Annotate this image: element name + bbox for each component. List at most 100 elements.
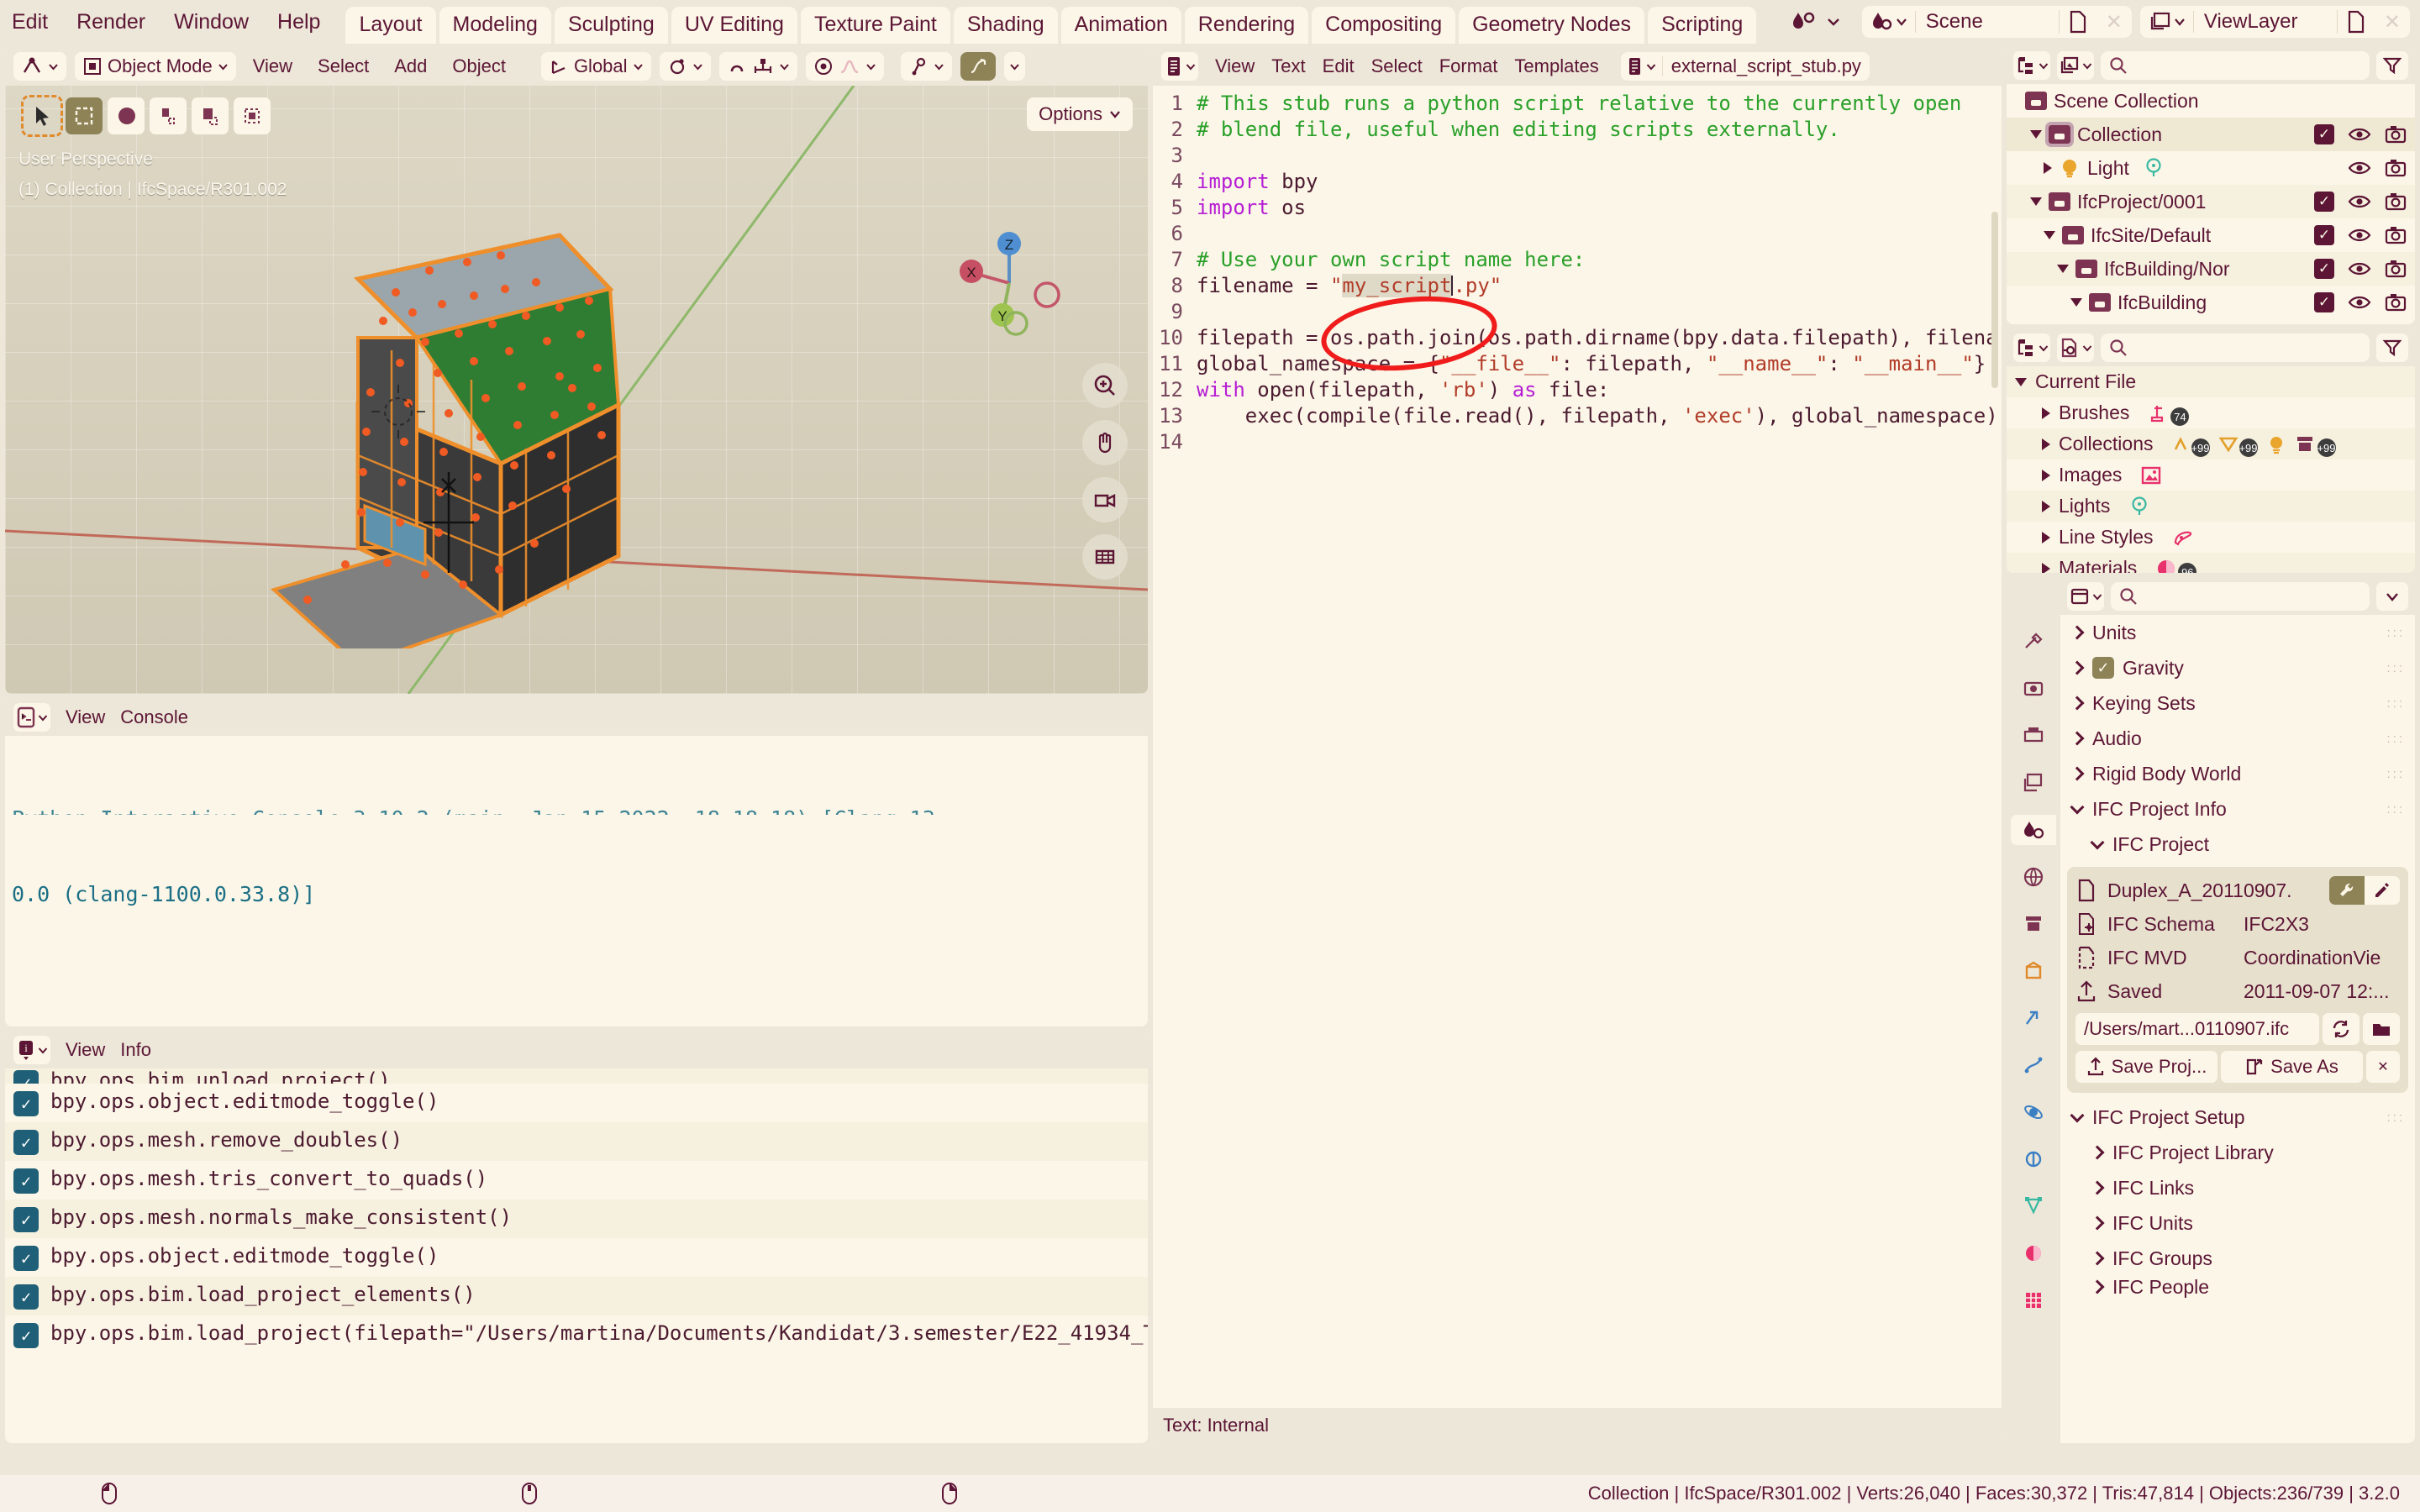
disable-in-render-icon[interactable] [2385,192,2407,211]
outliner-row-ifcproject[interactable]: IfcProject/0001 ✓ [2007,185,2415,218]
viewport-menu-select[interactable]: Select [309,55,377,77]
tab-texture-paint[interactable]: Texture Paint [800,7,950,44]
info-editor-type-icon[interactable]: i [13,1036,50,1064]
tab-render[interactable] [2016,674,2051,704]
blendfile-root-row[interactable]: Current File [2007,366,2415,397]
chevron-right-icon[interactable] [2090,1279,2105,1294]
outliner-editor[interactable]: Scene Collection Collection ✓ Light IfcP… [2007,47,2415,324]
tab-modeling[interactable]: Modeling [439,7,551,44]
refresh-icon[interactable] [2323,1013,2360,1045]
blendfile-filter-icon[interactable] [2376,333,2408,362]
folder-icon[interactable] [2363,1013,2400,1045]
outliner-row-ifcbuilding-nor[interactable]: IfcBuilding/Nor ✓ [2007,252,2415,286]
chevron-right-icon[interactable] [2090,1180,2105,1195]
text-filename[interactable]: external_script_stub.py [1663,55,1870,77]
tab-rendering[interactable]: Rendering [1184,7,1309,44]
close-icon[interactable]: ✕ [2366,1051,2400,1083]
remove-viewlayer-icon[interactable]: ✕ [2375,10,2410,34]
section-audio[interactable]: Audio ::: [2060,721,2415,756]
disclosure-triangle-icon[interactable] [2042,500,2050,512]
python-console-editor[interactable]: View Console Python Interactive Console … [5,699,1148,1026]
tab-layout[interactable]: Layout [345,7,436,44]
tab-view-layer[interactable] [2016,768,2051,798]
proportional-editing-button[interactable] [805,52,884,81]
list-item[interactable]: Line Styles [2007,522,2415,553]
section-ifc-project-library[interactable]: IFC Project Library [2060,1135,2415,1170]
tab-scripting[interactable]: Scripting [1648,7,1757,44]
hide-in-viewport-icon[interactable] [2348,160,2371,176]
hide-in-viewport-icon[interactable] [2348,294,2371,311]
panel-drag-dots[interactable]: ::: [2386,626,2405,640]
outliner-filter-icon[interactable] [2376,51,2408,80]
info-editor[interactable]: i View Info ✓ bpy.ops.bim.unload_project(… [5,1032,1148,1443]
menu-help[interactable]: Help [277,10,320,34]
exclude-checkbox[interactable]: ✓ [2314,124,2334,144]
blendfile-search-input[interactable] [2101,333,2370,362]
chevron-right-icon[interactable] [2090,1251,2105,1266]
console-editor-type-icon[interactable] [13,703,50,732]
panel-drag-dots[interactable]: ::: [2386,661,2405,675]
list-item[interactable]: ✓ bpy.ops.mesh.tris_convert_to_quads() [5,1161,1148,1200]
disclosure-triangle-icon[interactable] [2030,197,2042,206]
hide-in-viewport-icon[interactable] [2348,193,2371,210]
disclosure-triangle-icon[interactable] [2030,130,2042,139]
log-checkbox[interactable]: ✓ [13,1091,39,1116]
pan-hand-icon[interactable] [1082,420,1128,465]
tab-tool[interactable] [2016,627,2051,657]
chevron-down-icon[interactable] [2070,800,2085,814]
disable-in-render-icon[interactable] [2385,226,2407,244]
list-item[interactable]: ✓ bpy.ops.bim.load_project_elements() [5,1277,1148,1315]
pencil-icon[interactable] [2365,876,2400,905]
log-checkbox[interactable]: ✓ [13,1207,39,1232]
shading-mode-dropdown[interactable] [1003,52,1025,81]
text-editor-type-icon[interactable] [1161,52,1198,81]
section-rigid-body-world[interactable]: Rigid Body World ::: [2060,756,2415,791]
subsection-ifc-project[interactable]: IFC Project [2060,827,2415,862]
disclosure-triangle-icon[interactable] [2042,531,2050,543]
tab-material[interactable] [2016,1238,2051,1268]
tab-uv-editing[interactable]: UV Editing [671,7,797,44]
text-datablock-icon[interactable] [1621,56,1663,76]
chevron-right-icon[interactable] [2070,660,2085,675]
properties-editor[interactable]: Units ::: ✓ Gravity ::: Keying Sets ::: … [2007,578,2415,1443]
text-menu-format[interactable]: Format [1439,55,1498,77]
tab-data[interactable] [2016,1191,2051,1221]
viewport-options-button[interactable]: Options [1027,97,1133,131]
log-checkbox[interactable]: ✓ [13,1070,39,1084]
text-menu-select[interactable]: Select [1371,55,1423,77]
outliner-editor-type-icon[interactable] [2013,51,2050,80]
camera-view-icon[interactable] [1082,477,1128,522]
disclosure-triangle-icon[interactable] [2042,562,2050,573]
viewport-menu-add[interactable]: Add [386,55,435,77]
list-item[interactable]: Brushes 74 [2007,397,2415,428]
hide-in-viewport-icon[interactable] [2348,260,2371,277]
text-menu-text[interactable]: Text [1271,55,1305,77]
tab-particles[interactable] [2016,1050,2051,1080]
gravity-checkbox[interactable]: ✓ [2092,657,2114,679]
list-item[interactable]: ✓ bpy.ops.mesh.normals_make_consistent() [5,1200,1148,1238]
list-item[interactable]: ✓ bpy.ops.bim.load_project(filepath="/Use… [5,1315,1148,1354]
section-gravity[interactable]: ✓ Gravity ::: [2060,650,2415,685]
select-circle-icon[interactable] [108,97,145,134]
scene-name[interactable]: Scene [1916,10,2059,34]
chevron-right-icon[interactable] [2070,625,2085,640]
tab-physics[interactable] [2016,1097,2051,1127]
disclosure-triangle-icon[interactable] [2042,407,2050,419]
scene-icon[interactable] [1862,11,1916,33]
outliner-row-ifcsite[interactable]: IfcSite/Default ✓ [2007,218,2415,252]
tab-shading[interactable]: Shading [953,7,1058,44]
disable-in-render-icon[interactable] [2385,260,2407,278]
properties-options-chevron-icon[interactable] [2376,582,2408,611]
disclosure-triangle-icon[interactable] [2057,265,2069,273]
exclude-checkbox[interactable]: ✓ [2314,259,2334,279]
panel-drag-dots[interactable]: ::: [2386,767,2405,781]
panel-drag-dots[interactable]: ::: [2386,696,2405,711]
console-menu-console[interactable]: Console [120,706,188,728]
log-checkbox[interactable]: ✓ [13,1246,39,1271]
tab-compositing[interactable]: Compositing [1312,7,1456,44]
chevron-right-icon[interactable] [2070,731,2085,746]
text-editor[interactable]: View Text Edit Select Format Templates e… [1153,47,2002,1443]
chevron-right-icon[interactable] [2070,696,2085,711]
menu-render[interactable]: Render [76,10,145,34]
menu-edit[interactable]: Edit [12,10,48,34]
